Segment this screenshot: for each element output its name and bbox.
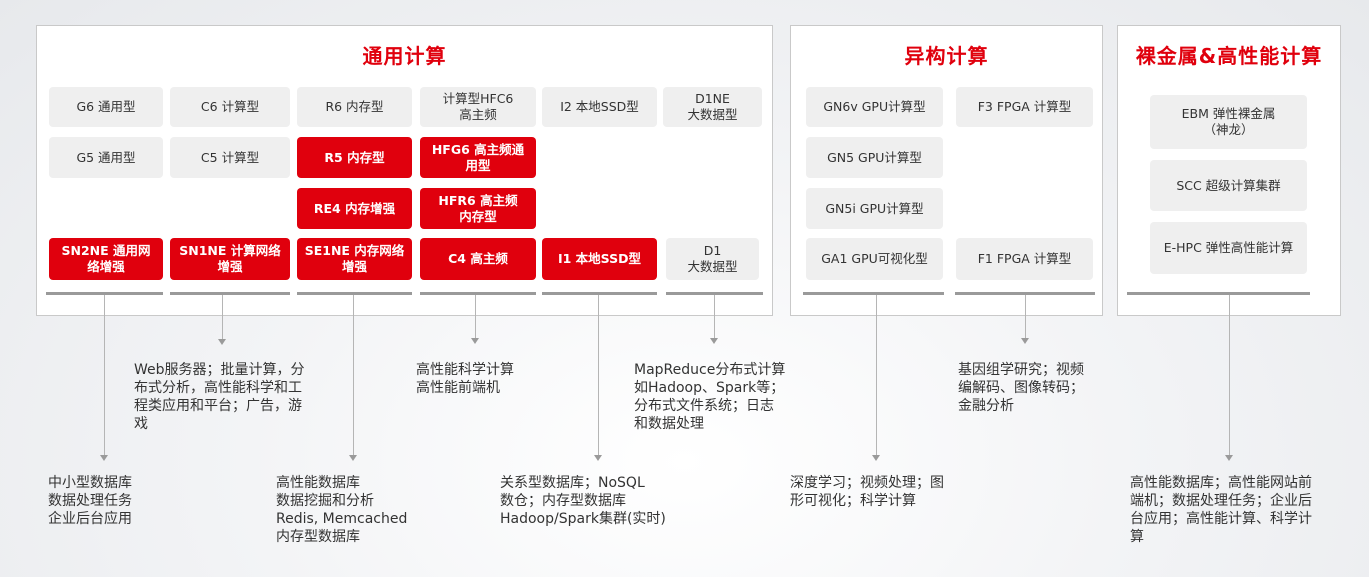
box-c6[interactable]: C6 计算型 [170,87,290,127]
box-sn2ne[interactable]: SN2NE 通用网 络增强 [49,238,163,280]
desc-deep-learning: 深度学习；视频处理；图 形可视化；科学计算 [790,475,944,509]
general-computing-title: 通用计算 [362,44,447,68]
box-i1[interactable]: I1 本地SSD型 [542,238,657,280]
box-d1ne[interactable]: D1NE 大数据型 [663,87,762,127]
box-hfg6[interactable]: HFG6 高主频通 用型 [420,137,536,178]
divider-bar [297,292,412,295]
arrow-down-icon [349,455,357,461]
desc-hpc-web: 高性能数据库；高性能网站前 端机；数据处理任务；企业后 台应用；高性能计算、科学… [1130,475,1312,545]
desc-hpc-frontend: 高性能科学计算 高性能前端机 [416,362,514,396]
connector-line [1229,295,1230,455]
box-re4[interactable]: RE4 内存增强 [297,188,412,229]
box-r6[interactable]: R6 内存型 [297,87,412,127]
box-scc[interactable]: SCC 超级计算集群 [1150,160,1307,211]
connector-line [876,295,877,455]
connector-line [714,295,715,338]
divider-bar [803,292,944,295]
arrow-down-icon [471,338,479,344]
box-c5[interactable]: C5 计算型 [170,137,290,178]
arrow-down-icon [218,339,226,345]
heterogeneous-computing-title: 异构计算 [904,44,989,68]
box-d1[interactable]: D1 大数据型 [666,238,759,280]
box-f3[interactable]: F3 FPGA 计算型 [956,87,1093,127]
baremetal-hpc-title: 裸金属&高性能计算 [1135,44,1323,68]
box-ebm[interactable]: EBM 弹性裸金属 （神龙） [1150,95,1307,149]
connector-line [475,295,476,338]
box-gn5[interactable]: GN5 GPU计算型 [806,137,943,178]
desc-relational-db: 关系型数据库；NoSQL 数仓；内存型数据库 Hadoop/Spark集群(实时… [500,475,666,527]
divider-bar [170,292,290,295]
desc-small-db: 中小型数据库 数据处理任务 企业后台应用 [48,475,132,527]
box-gn6v[interactable]: GN6v GPU计算型 [806,87,943,127]
desc-mapreduce: MapReduce分布式计算 如Hadoop、Spark等； 分布式文件系统；日… [634,362,786,432]
connector-line [353,295,354,455]
box-f1[interactable]: F1 FPGA 计算型 [956,238,1093,280]
box-g6[interactable]: G6 通用型 [49,87,163,127]
connector-line [104,295,105,455]
arrow-down-icon [100,455,108,461]
box-se1ne[interactable]: SE1NE 内存网络 增强 [297,238,412,280]
divider-bar [1127,292,1310,295]
box-i2[interactable]: I2 本地SSD型 [542,87,657,127]
arrow-down-icon [1021,338,1029,344]
desc-hp-db: 高性能数据库 数据挖掘和分析 Redis, Memcached 内存型数据库 [276,475,408,545]
connector-line [598,295,599,455]
box-hfr6[interactable]: HFR6 高主频 内存型 [420,188,536,229]
desc-web-batch: Web服务器；批量计算，分 布式分析，高性能科学和工 程类应用和平台；广告，游 … [134,362,305,432]
divider-bar [420,292,536,295]
box-r5[interactable]: R5 内存型 [297,137,412,178]
box-ga1[interactable]: GA1 GPU可视化型 [806,238,943,280]
box-sn1ne[interactable]: SN1NE 计算网络 增强 [170,238,290,280]
desc-genomics: 基因组学研究；视频 编解码、图像转码； 金融分析 [958,362,1084,414]
box-g5[interactable]: G5 通用型 [49,137,163,178]
arrow-down-icon [872,455,880,461]
box-gn5i[interactable]: GN5i GPU计算型 [806,188,943,229]
connector-line [1025,295,1026,338]
box-c4[interactable]: C4 高主频 [420,238,536,280]
connector-line [222,295,223,339]
box-ehpc[interactable]: E-HPC 弹性高性能计算 [1150,222,1307,274]
box-hfc6[interactable]: 计算型HFC6 高主频 [420,87,536,127]
arrow-down-icon [1225,455,1233,461]
arrow-down-icon [710,338,718,344]
divider-bar [542,292,657,295]
arrow-down-icon [594,455,602,461]
